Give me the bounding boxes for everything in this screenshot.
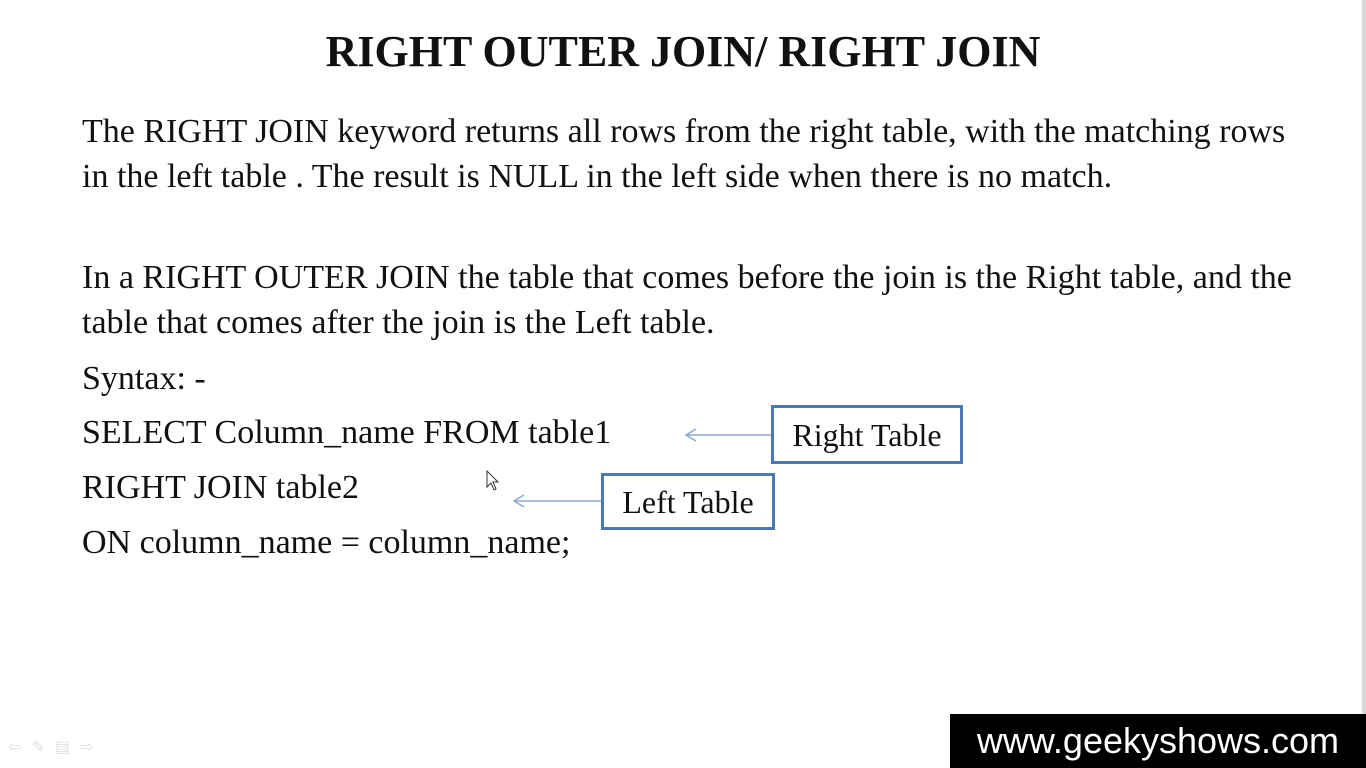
window-edge	[1362, 0, 1366, 768]
slideshow-controls: ⇦ ✎ ▤ ⇨	[8, 738, 93, 756]
annotation-arrows	[512, 428, 771, 508]
left-table-annotation: Left Table	[601, 473, 775, 530]
left-table-arrow	[512, 494, 601, 508]
pen-icon[interactable]: ✎	[31, 738, 44, 756]
previous-icon[interactable]: ⇦	[8, 738, 21, 756]
left-table-label: Left Table	[622, 483, 754, 520]
menu-icon[interactable]: ▤	[55, 738, 70, 756]
right-table-label: Right Table	[792, 416, 942, 453]
mouse-cursor-icon	[486, 470, 500, 491]
right-table-arrow	[684, 428, 771, 442]
next-icon[interactable]: ⇨	[80, 738, 93, 756]
slide: RIGHT OUTER JOIN/ RIGHT JOIN The RIGHT J…	[0, 0, 1366, 768]
right-table-annotation: Right Table	[771, 405, 963, 464]
watermark: www.geekyshows.com	[950, 714, 1366, 768]
